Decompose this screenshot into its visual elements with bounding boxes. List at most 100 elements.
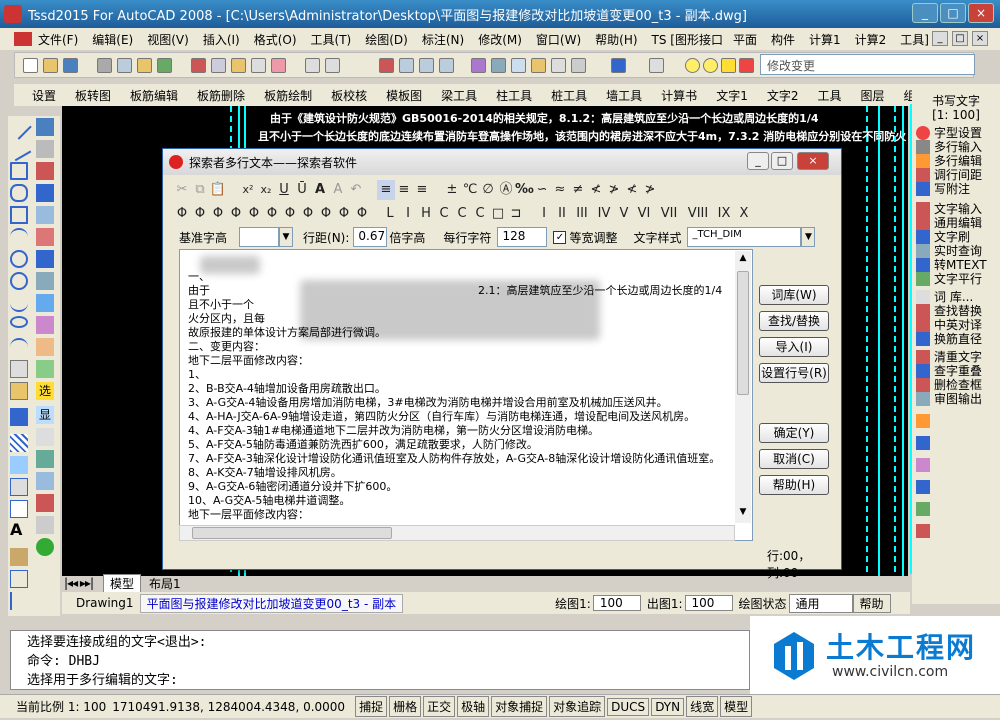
- menu-ts-tools[interactable]: 工具]: [900, 31, 929, 48]
- underline-icon[interactable]: U: [275, 180, 293, 200]
- tab-slab-rebar-edit[interactable]: 板筋编辑: [130, 87, 178, 104]
- new-icon[interactable]: [23, 58, 38, 73]
- per-mille-icon[interactable]: ‰: [515, 180, 534, 200]
- chevron-down-icon[interactable]: ▼: [279, 227, 294, 247]
- not-less-alt-icon[interactable]: ≮: [623, 180, 641, 200]
- cut-icon[interactable]: ✂: [173, 180, 191, 200]
- publish-icon[interactable]: [137, 58, 152, 73]
- file-tab[interactable]: 平面图与报建修改对比加坡道变更00_t3 - 副本: [139, 593, 404, 613]
- polygon-icon[interactable]: [10, 184, 28, 202]
- scroll-down-icon[interactable]: ▼: [736, 507, 750, 521]
- tab-settings[interactable]: 设置: [32, 87, 56, 104]
- paste-icon[interactable]: [231, 58, 246, 73]
- menu-insert[interactable]: 插入(I): [203, 31, 240, 48]
- ts-slab-icon[interactable]: [36, 140, 54, 158]
- rebar-grade2-icon[interactable]: Φ: [191, 204, 209, 224]
- revision-cloud-icon[interactable]: [10, 272, 28, 290]
- help-icon[interactable]: [611, 58, 626, 73]
- scroll-thumb[interactable]: [737, 271, 749, 395]
- menu-calc2[interactable]: 计算2: [855, 31, 887, 48]
- ok-button[interactable]: 确定(Y): [759, 423, 829, 443]
- rebar-grade1-icon[interactable]: Φ: [173, 204, 191, 224]
- undo-icon[interactable]: ↶: [347, 180, 365, 200]
- text-editor[interactable]: 一、 由于 2.1：高层建筑应至少沿一个长边或周边长度的1/4 且不小于一个 火…: [179, 249, 753, 541]
- mdi-close-button[interactable]: ×: [972, 31, 988, 46]
- output-scale-select[interactable]: 100: [684, 595, 733, 611]
- zoom-window-icon[interactable]: [419, 58, 434, 73]
- tool-icon[interactable]: [916, 436, 930, 450]
- menu-format[interactable]: 格式(O): [254, 31, 297, 48]
- pencil-icon[interactable]: [10, 548, 28, 566]
- tab-column-tools[interactable]: 柱工具: [496, 87, 532, 104]
- print-icon[interactable]: [97, 58, 112, 73]
- cut-icon[interactable]: [191, 58, 206, 73]
- tab-slab-rebar-delete[interactable]: 板筋删除: [197, 87, 245, 104]
- tool-icon[interactable]: [916, 414, 930, 428]
- tab-pile-tools[interactable]: 桩工具: [551, 87, 587, 104]
- snap-toggle[interactable]: 捕捉: [355, 696, 388, 717]
- align-icon[interactable]: [10, 592, 28, 610]
- point-icon[interactable]: [10, 408, 28, 426]
- tab-slab-check[interactable]: 板校核: [331, 87, 367, 104]
- scroll-up-icon[interactable]: ▲: [736, 253, 750, 267]
- table-icon[interactable]: [10, 500, 28, 518]
- roman-1-icon[interactable]: I: [535, 204, 553, 224]
- menu-calc1[interactable]: 计算1: [809, 31, 841, 48]
- menu-ts-interface[interactable]: TS [图形接口: [652, 31, 723, 48]
- tab-calc-report[interactable]: 计算书: [661, 87, 697, 104]
- tab-model[interactable]: 模型: [103, 573, 142, 593]
- degree-celsius-icon[interactable]: ℃: [461, 180, 479, 200]
- ellipse-icon[interactable]: [10, 316, 28, 328]
- menu-help[interactable]: 帮助(H): [595, 31, 637, 48]
- panel-item[interactable]: 换筋直径: [934, 330, 982, 347]
- menu-draw[interactable]: 绘图(D): [365, 31, 408, 48]
- roman-9-icon[interactable]: IX: [713, 204, 735, 224]
- approx-icon[interactable]: ≈: [551, 180, 569, 200]
- ts-elevator-icon[interactable]: [36, 450, 54, 468]
- ducs-toggle[interactable]: DUCS: [607, 697, 650, 716]
- zoom-previous-icon[interactable]: [439, 58, 454, 73]
- ts-show-icon[interactable]: 显: [36, 406, 54, 424]
- ts-check-icon[interactable]: [36, 360, 54, 378]
- c-section-icon[interactable]: C: [471, 204, 489, 224]
- dialog-close-button[interactable]: ×: [797, 152, 829, 170]
- polyline-icon[interactable]: [10, 162, 28, 180]
- ts-table-icon[interactable]: [36, 516, 54, 534]
- menu-modify[interactable]: 修改(M): [478, 31, 522, 48]
- match-properties-icon[interactable]: [251, 58, 266, 73]
- tab-layer[interactable]: 图层: [860, 87, 884, 104]
- tab-slab-rebar-draw[interactable]: 板筋绘制: [264, 87, 312, 104]
- drawing-scale-select[interactable]: 100: [592, 595, 641, 611]
- circle-icon[interactable]: [10, 250, 28, 268]
- bold-icon[interactable]: A: [311, 180, 329, 200]
- ts-person-icon[interactable]: [36, 538, 54, 556]
- hatch-icon[interactable]: [10, 434, 28, 452]
- insert-block-icon[interactable]: [10, 360, 28, 378]
- rebar-grade3-icon[interactable]: Φ: [209, 204, 227, 224]
- tool-icon[interactable]: [916, 524, 930, 538]
- cancel-button[interactable]: 取消(C): [759, 449, 829, 469]
- minimize-button[interactable]: _: [912, 3, 938, 23]
- not-less-icon[interactable]: ≮: [587, 180, 605, 200]
- rebar-grade5-icon[interactable]: Φ: [245, 204, 263, 224]
- align-left-icon[interactable]: ≡: [377, 180, 395, 200]
- sheet-set-icon[interactable]: [531, 58, 546, 73]
- tab-wall-tools[interactable]: 墙工具: [606, 87, 642, 104]
- superscript-icon[interactable]: x²: [239, 180, 257, 200]
- rectangle-icon[interactable]: [10, 206, 28, 224]
- tab-slab-to-drawing[interactable]: 板转图: [75, 87, 111, 104]
- roman-6-icon[interactable]: VI: [633, 204, 655, 224]
- dialog-minimize-button[interactable]: _: [747, 152, 769, 170]
- plot-icon[interactable]: [157, 58, 172, 73]
- rebar-grade9-icon[interactable]: Φ: [317, 204, 335, 224]
- layer-lock-icon[interactable]: [721, 58, 736, 73]
- ortho-toggle[interactable]: 正交: [423, 696, 456, 717]
- preview-icon[interactable]: [117, 58, 132, 73]
- markup-icon[interactable]: [551, 58, 566, 73]
- text-style-select[interactable]: _TCH_DIM: [687, 227, 802, 247]
- not-greater-icon[interactable]: ≯: [605, 180, 623, 200]
- roman-3-icon[interactable]: III: [571, 204, 593, 224]
- model-toggle[interactable]: 模型: [720, 696, 753, 717]
- import-button[interactable]: 导入(I): [759, 337, 829, 357]
- ts-arrow-icon[interactable]: [36, 118, 54, 136]
